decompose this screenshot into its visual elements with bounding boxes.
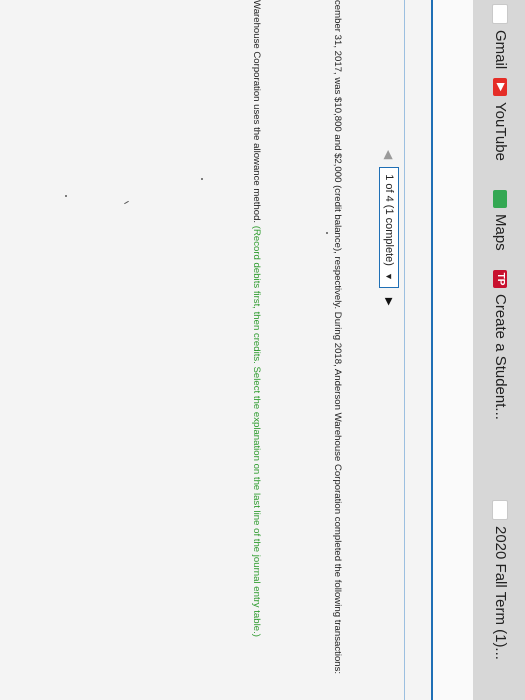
- bookmark-create-student[interactable]: TP Create a Student...: [492, 270, 509, 420]
- bookmark-label: 2020 Fall Term (1)...: [492, 526, 509, 660]
- previous-arrow-icon[interactable]: ◀: [382, 150, 396, 159]
- maps-icon: [493, 190, 508, 208]
- bookmark-label: Gmail: [492, 30, 509, 70]
- question-progress-select[interactable]: 1 of 4 (1 complete) ▼: [379, 167, 399, 288]
- screen-speck: [201, 178, 203, 180]
- progress-text: 1 of 4 (1 complete): [383, 174, 395, 266]
- instruction-hint: (Record debits first, then credits. Sele…: [251, 225, 262, 637]
- page-header-band: [431, 0, 473, 700]
- bookmark-maps[interactable]: Maps: [492, 190, 509, 251]
- next-arrow-icon[interactable]: ▶: [384, 298, 395, 306]
- bookmark-label: Maps: [492, 214, 509, 251]
- bookmark-label: YouTube: [492, 102, 509, 161]
- chevron-down-icon: ▼: [384, 271, 394, 281]
- gmail-icon: M: [492, 500, 509, 520]
- bookmark-gmail[interactable]: M Gmail: [492, 4, 509, 69]
- bookmark-youtube[interactable]: ▶ YouTube: [492, 78, 509, 161]
- browser-window: M Gmail ▶ YouTube Maps TP Create a Stude…: [0, 0, 525, 700]
- divider: [404, 0, 405, 700]
- screen-speck: [326, 232, 328, 234]
- bookmarks-bar: M Gmail ▶ YouTube Maps TP Create a Stude…: [472, 0, 525, 700]
- instruction-text: Warehouse Corporation uses the allowance…: [251, 0, 262, 637]
- bookmark-fall-term[interactable]: M 2020 Fall Term (1)...: [492, 500, 509, 660]
- youtube-icon: ▶: [493, 78, 508, 96]
- question-navigator: ◀ 1 of 4 (1 complete) ▼ ▶: [379, 150, 399, 306]
- question-text: cember 31, 2017, was $10,800 and $2,000 …: [332, 0, 343, 675]
- tp-icon: TP: [493, 270, 508, 288]
- screen-speck: [124, 200, 129, 205]
- bookmark-label: Create a Student...: [492, 294, 509, 420]
- instruction-plain: Warehouse Corporation uses the allowance…: [251, 0, 262, 224]
- gmail-icon: M: [492, 4, 509, 24]
- screen-speck: [65, 195, 67, 197]
